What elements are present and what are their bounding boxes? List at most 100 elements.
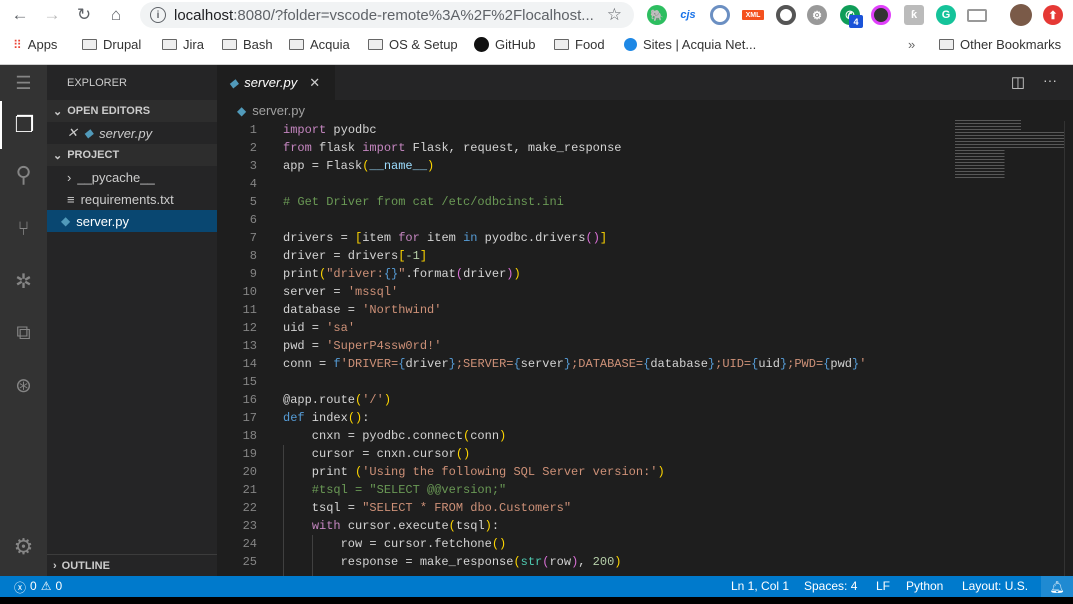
code-token: ;SERVER= [455,357,514,371]
remote-git-icon[interactable]: ⊛ [0,361,47,409]
upload-icon[interactable]: ⬆ [1043,5,1063,25]
code-line[interactable]: 3 app = Flask(__name__) [217,157,937,175]
line-number: 9 [249,267,257,281]
code-line[interactable]: 2 from flask import Flask, request, make_… [217,139,937,157]
bookmark-jira[interactable]: Jira [162,37,204,52]
ext-icon[interactable] [710,5,730,25]
bookmark-acquia-sites[interactable]: Sites | Acquia Net... [624,37,756,52]
debug-icon[interactable]: ✲ [0,257,47,305]
close-icon[interactable]: ✕ [67,125,78,141]
code-line[interactable]: 19 cursor = cnxn.cursor() [217,445,937,463]
code-line[interactable]: 22 tsql = "SELECT * FROM dbo.Customers" [217,499,937,517]
code-line[interactable]: 4 [217,175,937,193]
search-icon[interactable]: ⚲ [0,151,47,199]
code-line[interactable]: 18 cnxn = pyodbc.connect(conn) [217,427,937,445]
tab-server-py[interactable]: ◆ server.py ✕ [217,65,335,100]
evernote-icon[interactable]: 🐘 [647,5,667,25]
cursor-position[interactable]: Ln 1, Col 1 [731,579,789,593]
menu-icon[interactable]: ☰ [0,65,47,101]
code-token: tsql = [283,501,363,515]
problems-indicator[interactable]: ⓧ 0 ⚠ 0 [14,579,62,596]
code-line[interactable]: 24 row = cursor.fetchone() [217,535,937,553]
breadcrumb-item[interactable]: server.py [252,103,305,118]
code-line[interactable]: 16 @app.route('/') [217,391,937,409]
address-bar[interactable]: i localhost:8080/?folder=vscode-remote%3… [140,2,634,28]
minimap[interactable] [955,120,1065,180]
outline-section[interactable]: › OUTLINE [47,554,217,576]
reload-button[interactable]: ↻ [72,3,96,27]
language-mode[interactable]: Python [906,579,943,593]
code-token: pyodbc.drivers [477,231,586,245]
code-token: -1 [405,249,420,263]
code-token: ' [859,357,867,371]
code-line[interactable]: 11 database = 'Northwind' [217,301,937,319]
extensions-icon[interactable]: ⧉ [0,309,47,357]
code-line[interactable]: 13 pwd = 'SuperP4ssw0rd!' [217,337,937,355]
bookmark-drupal[interactable]: Drupal [82,37,141,52]
code-token: item [362,231,399,245]
code-editor[interactable]: 1 import pyodbc 2 from flask import Flask, … [217,121,937,576]
code-line[interactable]: 6 [217,211,937,229]
bookmark-os-setup[interactable]: OS & Setup [368,37,458,52]
bookmark-acquia[interactable]: Acquia [289,37,350,52]
drop-icon [624,38,637,51]
camera-icon[interactable] [871,5,891,25]
code-line[interactable]: 20 print ('Using the following SQL Serve… [217,463,937,481]
tree-item-pycache[interactable]: › __pycache__ [47,166,217,188]
code-token: 'Northwind' [362,303,442,317]
ext-icon[interactable] [776,5,796,25]
keyboard-layout[interactable]: Layout: U.S. [962,579,1028,593]
forward-button[interactable]: → [40,3,64,27]
code-line[interactable]: 23 with cursor.execute(tsql): [217,517,937,535]
code-token: index [304,411,348,425]
open-editors-section[interactable]: ⌄ OPEN EDITORS [47,100,217,122]
cast-icon[interactable] [967,9,987,22]
line-number: 14 [242,357,257,371]
bookmark-food[interactable]: Food [554,37,605,52]
more-actions-icon[interactable]: ··· [1043,72,1057,88]
other-bookmarks[interactable]: Other Bookmarks [939,37,1061,52]
tree-item-server-py[interactable]: ◆ server.py [47,210,217,232]
avatar[interactable] [1010,4,1032,26]
code-line[interactable]: 5 # Get Driver from cat /etc/odbcinst.ini [217,193,937,211]
more-bookmarks-button[interactable]: » [908,37,915,52]
gear-icon[interactable]: ⚙ [807,5,827,25]
code-line[interactable]: 17 def index(): [217,409,937,427]
split-editor-icon[interactable]: ◫ [1011,73,1025,91]
explorer-files-icon[interactable]: ❐ [0,101,47,149]
close-tab-icon[interactable]: ✕ [309,75,320,91]
home-button[interactable]: ⌂ [104,3,128,27]
code-line[interactable]: 1 import pyodbc [217,121,937,139]
notifications-bell-icon[interactable]: 🔔︎ [1041,576,1073,597]
code-line[interactable]: 8 driver = drivers[-1] [217,247,937,265]
open-editor-item[interactable]: ✕ ◆ server.py [47,122,217,144]
bookmark-github[interactable]: GitHub [474,37,535,52]
info-icon[interactable]: i [150,7,166,23]
k-icon[interactable]: ƙ [904,5,924,25]
code-line[interactable]: 21 #tsql = "SELECT @@version;" [217,481,937,499]
bookmark-apps[interactable]: ⠿ Apps [13,37,57,52]
project-section[interactable]: ⌄ PROJECT [47,144,217,166]
code-line[interactable]: 7 drivers = [item for item in pyodbc.driv… [217,229,937,247]
settings-gear-icon[interactable]: ⚙ [0,523,47,571]
bookmarks-bar: ⠿ Apps Drupal Jira Bash Acquia OS & Setup… [0,30,1073,60]
scrollbar[interactable] [1064,121,1065,576]
bookmark-bash[interactable]: Bash [222,37,273,52]
code-token: ( [355,393,363,407]
code-line[interactable]: 25 response = make_response(str(row), 20… [217,553,937,571]
source-control-icon[interactable]: ⑂ [0,205,47,253]
back-button[interactable]: ← [8,3,32,27]
xml-icon[interactable]: XML [742,10,764,20]
tree-item-requirements[interactable]: ≡ requirements.txt [47,188,217,210]
indentation[interactable]: Spaces: 4 [804,579,857,593]
grammarly-icon[interactable]: G [936,5,956,25]
code-line[interactable]: 9 print("driver:{} " .format(driver)) [217,265,937,283]
code-line[interactable]: 10 server = 'mssql' [217,283,937,301]
code-line[interactable]: 15 [217,373,937,391]
code-line[interactable]: 14 conn = f 'DRIVER={driver} ;SERVER={serve… [217,355,937,373]
bookmark-star-icon[interactable]: ☆ [607,5,622,25]
cjs-icon[interactable]: cjs [678,5,698,25]
code-line[interactable]: 12 uid = 'sa' [217,319,937,337]
line-ending[interactable]: LF [876,579,890,593]
